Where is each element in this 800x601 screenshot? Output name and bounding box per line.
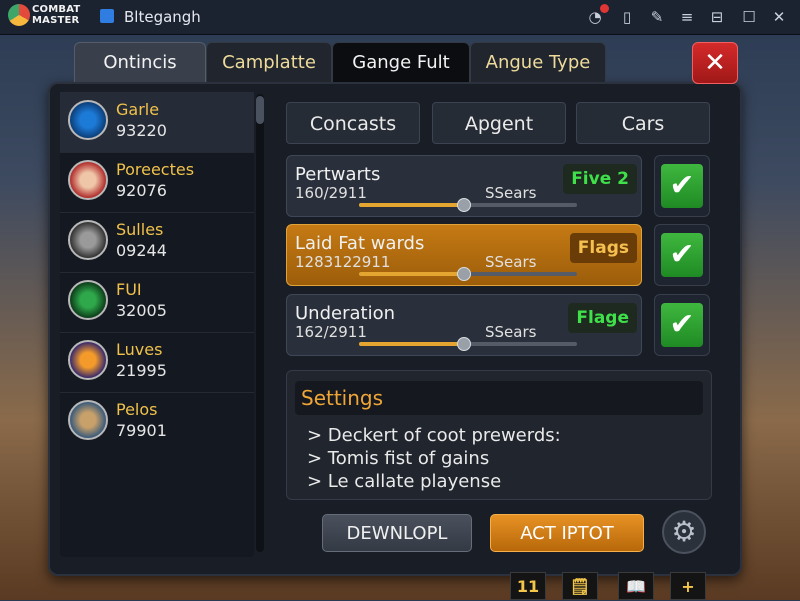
row-badge: Flags <box>569 233 637 263</box>
app-title: Bltegangh <box>124 8 201 26</box>
slider-knob[interactable] <box>457 198 471 212</box>
row-value: 160/2911 <box>295 184 367 202</box>
slider-fill <box>359 203 464 207</box>
concasts-button[interactable]: Concasts <box>286 102 420 144</box>
row-slider[interactable] <box>359 198 577 212</box>
list-item-value: 92076 <box>116 181 167 200</box>
slider-knob[interactable] <box>457 337 471 351</box>
row-value: 162/2911 <box>295 323 367 341</box>
list-item-value: 79901 <box>116 421 167 440</box>
close-icon[interactable]: ✕ <box>770 8 788 26</box>
tab-bar: Ontincis Camplatte Gange Fult Angue Type <box>74 42 606 82</box>
tab-camplatte[interactable]: Camplatte <box>206 42 332 82</box>
row-title: Laid Fat wards <box>295 233 425 254</box>
row-checkbox[interactable]: ✔ <box>654 294 710 356</box>
plus-icon[interactable]: + <box>670 572 706 600</box>
settings-panel: Settings > Deckert of coot prewerds: > T… <box>286 370 712 500</box>
list-scrollbar[interactable] <box>256 94 264 552</box>
cars-button[interactable]: Cars <box>576 102 710 144</box>
apgent-button[interactable]: Apgent <box>432 102 566 144</box>
row-slider[interactable] <box>359 267 577 281</box>
list-item[interactable]: Garle 93220 <box>60 92 254 153</box>
gear-emblem-icon <box>68 100 108 140</box>
red-hair-avatar-icon <box>68 160 108 200</box>
tab-ontincis[interactable]: Ontincis <box>74 42 206 82</box>
row-sears-label: SSears <box>485 253 537 271</box>
list-item-value: 09244 <box>116 241 167 260</box>
row-badge: Five 2 <box>563 164 637 194</box>
list-item[interactable]: Sulles 09244 <box>60 212 254 273</box>
app-tab-icon <box>100 9 114 23</box>
notification-badge <box>600 4 609 13</box>
combat-master-logo-icon <box>8 4 30 26</box>
phone-icon[interactable]: ▯ <box>618 8 636 26</box>
list-item-value: 93220 <box>116 121 167 140</box>
list-item-value: 32005 <box>116 301 167 320</box>
list-item[interactable]: FUI 32005 <box>60 272 254 333</box>
list-item[interactable]: Poreectes 92076 <box>60 152 254 213</box>
pickaxe-icon <box>68 400 108 440</box>
slider-knob[interactable] <box>457 267 471 281</box>
row-value: 1283122911 <box>295 253 391 271</box>
settings-line: > Deckert of coot prewerds: <box>307 425 561 446</box>
list-item-name: FUI <box>116 280 142 299</box>
list-item[interactable]: Luves 21995 <box>60 332 254 393</box>
list-item-name: Poreectes <box>116 160 195 179</box>
gear-icon[interactable]: ⚙ <box>662 510 706 554</box>
checkmark-icon: ✔ <box>661 233 703 277</box>
tab-angue-type[interactable]: Angue Type <box>470 42 606 82</box>
notification-icon[interactable]: ◔ <box>586 4 609 26</box>
settings-line: > Tomis fist of gains <box>307 448 490 469</box>
row-slider[interactable] <box>359 337 577 351</box>
logo-line-2: MASTER <box>32 15 80 26</box>
player-list: Garle 93220 Poreectes 92076 Sulles 09244… <box>60 92 254 557</box>
settings-line: > Le callate playense <box>307 471 502 492</box>
row-sears-label: SSears <box>485 323 537 341</box>
row-title: Pertwarts <box>295 164 381 185</box>
list-item-name: Pelos <box>116 400 158 419</box>
pen-icon[interactable]: ✎ <box>648 8 666 26</box>
checkmark-icon: ✔ <box>661 303 703 347</box>
list-item-value: 21995 <box>116 361 167 380</box>
option-row[interactable]: Pertwarts 160/2911 SSears Five 2 <box>286 155 642 217</box>
skull-icon <box>68 220 108 260</box>
logo-text: COMBAT MASTER <box>32 4 80 26</box>
stats-icon[interactable]: 11 <box>510 572 546 600</box>
flame-icon <box>68 340 108 380</box>
list-item-name: Garle <box>116 100 160 119</box>
tab-gange-fult[interactable]: Gange Fult <box>332 42 470 82</box>
settings-heading: Settings <box>295 381 703 415</box>
row-sears-label: SSears <box>485 184 537 202</box>
book-icon[interactable]: 📖 <box>618 572 654 600</box>
slider-fill <box>359 342 464 346</box>
list-item[interactable]: Pelos 79901 <box>60 392 254 452</box>
action-button[interactable]: ACT IPTOT <box>490 514 644 552</box>
download-button[interactable]: DEWNLOPL <box>322 514 472 552</box>
row-checkbox[interactable]: ✔ <box>654 224 710 286</box>
title-bar: COMBAT MASTER Bltegangh ◔ ▯ ✎ ≡ ⊟ ☐ ✕ <box>0 0 800 35</box>
checkmark-icon: ✔ <box>661 164 703 208</box>
slider-fill <box>359 272 464 276</box>
option-row-selected[interactable]: Laid Fat wards 1283122911 SSears Flags <box>286 224 642 286</box>
option-row[interactable]: Underation 162/2911 SSears Flage <box>286 294 642 356</box>
green-emblem-icon <box>68 280 108 320</box>
list-scrollbar-thumb[interactable] <box>256 96 264 124</box>
restore-icon[interactable]: ⊟ <box>708 8 726 26</box>
maximize-icon[interactable]: ☐ <box>740 8 758 26</box>
close-panel-button[interactable]: ✕ <box>692 42 738 84</box>
row-title: Underation <box>295 303 395 324</box>
logo-line-1: COMBAT <box>32 4 81 15</box>
menu-icon[interactable]: ≡ <box>678 8 696 26</box>
list-item-name: Luves <box>116 340 163 359</box>
bottom-toolbar: 11 🗒 📖 + <box>510 572 706 600</box>
row-badge: Flage <box>568 303 637 333</box>
row-checkbox[interactable]: ✔ <box>654 155 710 217</box>
list-item-name: Sulles <box>116 220 164 239</box>
notes-icon[interactable]: 🗒 <box>562 572 598 600</box>
